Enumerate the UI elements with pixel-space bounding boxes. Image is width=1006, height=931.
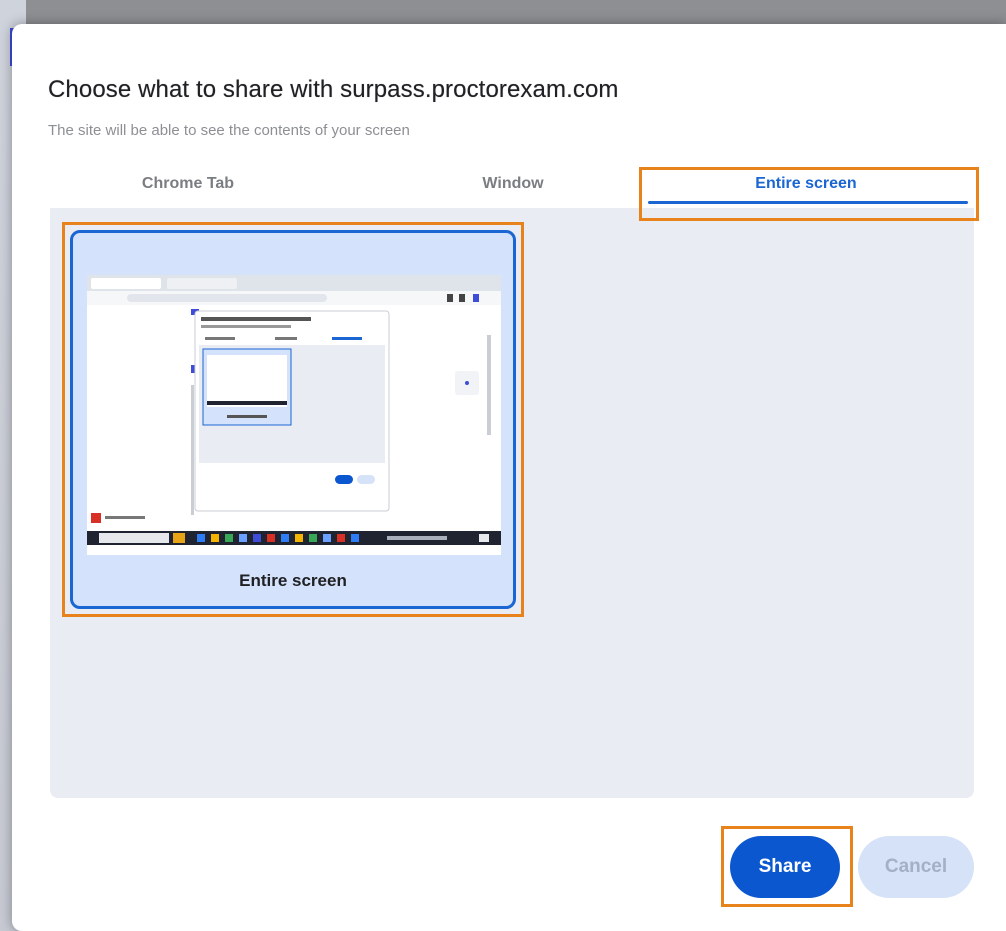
dialog-title: Choose what to share with surpass.procto… (48, 76, 619, 103)
selected-tab-indicator (648, 201, 968, 204)
share-button[interactable]: Share (730, 836, 840, 898)
share-screen-dialog: Choose what to share with surpass.procto… (12, 24, 1006, 931)
cancel-button[interactable]: Cancel (858, 836, 974, 898)
source-card-label: Entire screen (239, 571, 347, 590)
entire-screen-source-card[interactable]: Entire screen (70, 230, 516, 609)
source-tabs: Chrome Tab Window Entire screen (48, 164, 974, 208)
tab-entire-screen-label: Entire screen (755, 175, 857, 192)
tab-chrome-tab[interactable]: Chrome Tab (88, 164, 288, 208)
screen-preview-thumbnail (87, 275, 501, 555)
tab-window[interactable]: Window (413, 164, 613, 208)
tab-entire-screen[interactable]: Entire screen (638, 164, 974, 208)
dialog-subtitle: The site will be able to see the content… (48, 122, 410, 139)
